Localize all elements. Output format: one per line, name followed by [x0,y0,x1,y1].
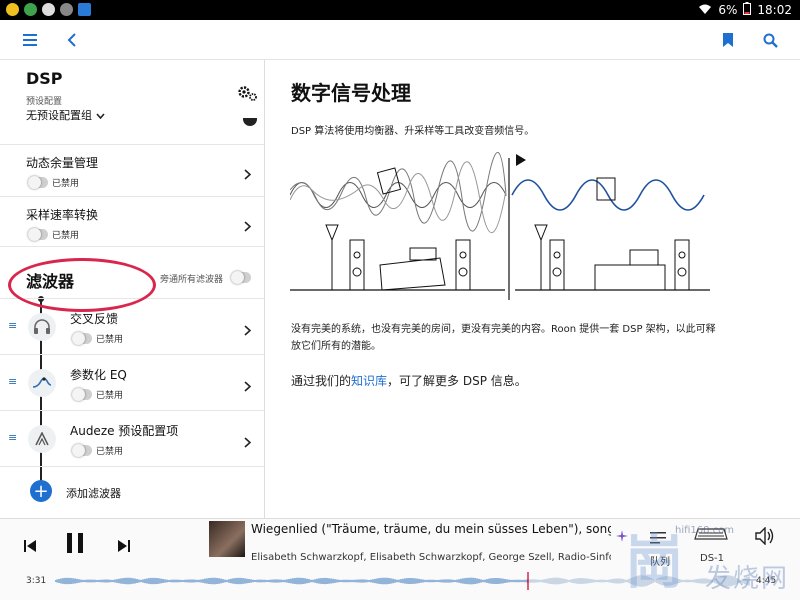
chevron-right-icon [244,165,252,184]
toggle-state: 已禁用 [96,335,124,345]
album-art[interactable] [209,521,245,557]
dsp-illustration [290,152,710,300]
previous-track-icon[interactable] [24,537,36,556]
toggle-state: 已禁用 [96,391,124,401]
toggle-switch[interactable] [28,228,48,241]
filter-item-parametric-eq[interactable]: ≡ 参数化 EQ 已禁用 [0,354,264,410]
toggle-state: 已禁用 [96,447,124,457]
search-icon[interactable] [758,28,782,52]
watermark-text: 发烧网 [705,564,790,594]
gear-icon[interactable] [236,84,258,106]
wifi-icon [698,3,712,18]
menu-icon[interactable] [18,28,42,52]
top-toolbar [0,20,800,60]
filter-title: Audeze 预设配置项 [70,424,179,438]
content-paragraph: 没有完美的系统，也没有完美的房间，更没有完美的内容。Roon 提供一套 DSP … [291,324,716,352]
chevron-right-icon [244,321,252,340]
filter-title: 参数化 EQ [70,368,127,382]
add-filter-button[interactable]: + [30,480,52,502]
learn-more-text: 通过我们的知识库，可了解更多 DSP 信息。 [291,372,527,389]
toggle-switch[interactable] [72,332,92,345]
toggle-switch[interactable] [72,444,92,457]
chevron-right-icon [244,217,252,236]
chevron-right-icon [244,377,252,396]
toggle-state: 已禁用 [52,179,80,189]
bypass-label: 旁通所有滤波器 [160,275,224,285]
dsp-item-sample-rate[interactable]: 采样速率转换 已禁用 [0,196,264,246]
track-title[interactable]: Wiegenlied ("Träume, träume, du mein süs… [251,522,611,536]
drag-handle-icon[interactable]: ≡ [8,375,17,388]
dsp-info-pane: 数字信号处理 DSP 算法将使用均衡器、升采样等工具改变音频信号。 没有完美的系… [266,60,800,518]
drag-handle-icon[interactable]: ≡ [8,431,17,444]
app-icon [42,3,55,16]
battery-icon [743,2,752,18]
toggle-switch[interactable] [28,176,48,189]
status-bar: 6% 18:02 [0,0,800,20]
app-icon [6,3,19,16]
watermark: 崗 hifi168.com 发烧网 [615,520,800,600]
bypass-toggle[interactable] [231,271,251,284]
app-icon [24,3,37,16]
add-filter-label[interactable]: 添加滤波器 [66,485,121,501]
hidden-row [0,118,264,140]
dsp-item-title: 采样速率转换 [26,208,99,222]
annotation-ellipse [8,258,156,312]
chevron-right-icon [244,433,252,452]
preset-label: 预设配置 [26,97,63,107]
learn-more-suffix: ，可了解更多 DSP 信息。 [387,374,527,388]
eq-curve-icon [28,369,56,397]
headphones-icon [28,313,56,341]
time-elapsed: 3:31 [26,576,47,586]
pause-icon[interactable] [66,533,84,557]
toggle-state: 已禁用 [52,231,80,241]
dsp-item-headroom[interactable]: 动态余量管理 已禁用 [0,144,264,196]
bookmark-icon[interactable] [716,28,740,52]
app-icon [78,3,91,16]
next-track-icon[interactable] [118,537,130,556]
filter-title: 交叉反馈 [70,312,119,326]
audeze-logo-icon [28,425,56,453]
toggle-partial [243,118,257,126]
knowledge-base-link[interactable]: 知识库 [351,374,387,388]
toggle-switch[interactable] [72,388,92,401]
drag-handle-icon[interactable]: ≡ [8,319,17,332]
learn-more-prefix: 通过我们的 [291,374,352,388]
watermark-logo: 崗 [625,528,684,596]
dsp-item-title: 动态余量管理 [26,156,99,170]
track-artists[interactable]: Elisabeth Schwarzkopf, Elisabeth Schwarz… [251,552,611,563]
panel-title: DSP [26,69,63,88]
back-icon[interactable] [60,28,84,52]
content-title: 数字信号处理 [291,81,411,105]
clock: 18:02 [757,3,792,17]
battery-text: 6% [718,3,738,17]
app-icon [60,3,73,16]
watermark-site: hifi168.com [675,525,735,536]
content-description: DSP 算法将使用均衡器、升采样等工具改变音频信号。 [291,126,535,137]
dsp-settings-panel: DSP 预设配置 无预设配置组 动态余量管理 已禁用 采样速率转换 已禁用 滤波… [0,60,265,518]
filter-item-audeze[interactable]: ≡ Audeze 预设配置项 已禁用 [0,410,264,466]
